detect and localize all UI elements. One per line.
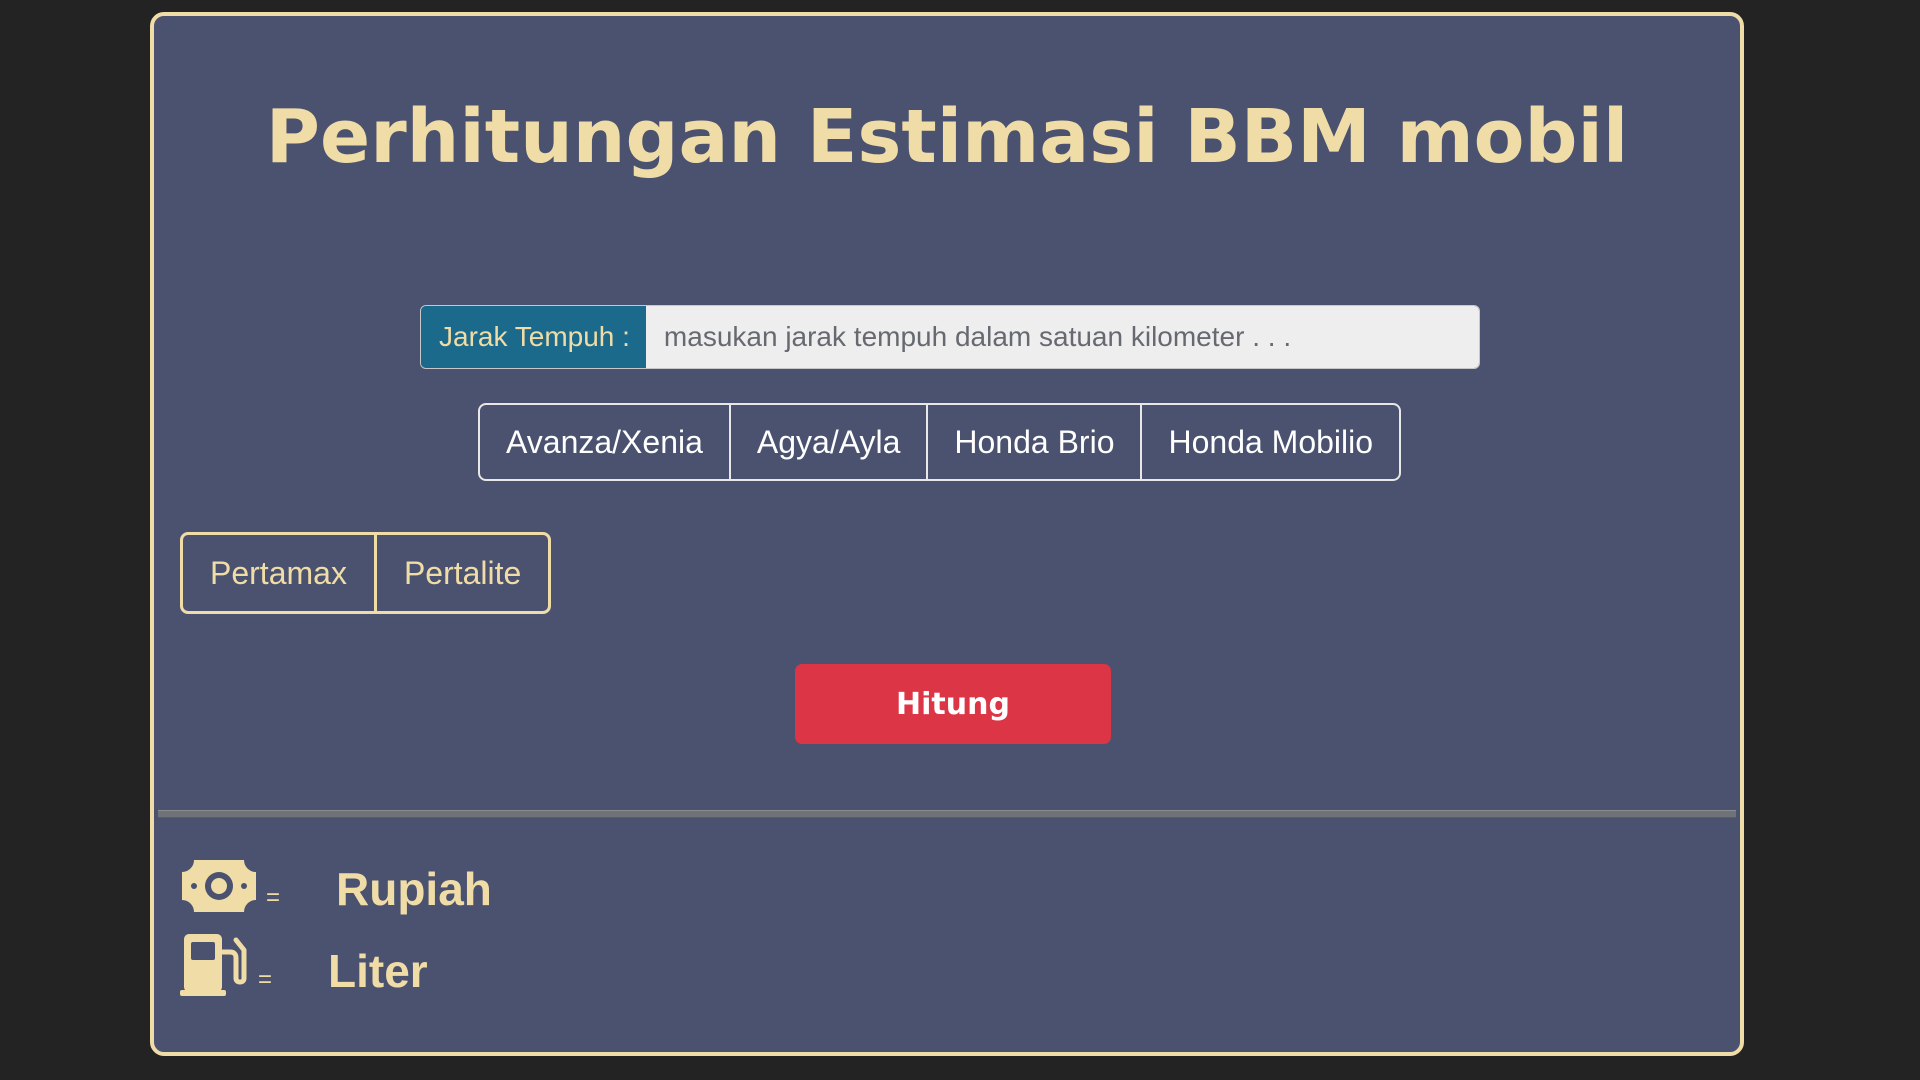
cost-result-row: = Rupiah <box>180 856 492 916</box>
fuel-result-row: = Liter <box>180 930 428 998</box>
fuel-equals-sign: = <box>258 966 273 993</box>
fuel-option-pertamax[interactable]: Pertamax <box>183 535 374 611</box>
fuel-type-selector: Pertamax Pertalite <box>180 532 552 614</box>
page-title: Perhitungan Estimasi BBM mobil <box>265 94 1629 180</box>
distance-input-group: Jarak Tempuh : <box>420 305 1480 369</box>
fuel-option-pertalite[interactable]: Pertalite <box>373 535 548 611</box>
section-divider <box>158 810 1736 818</box>
distance-input[interactable] <box>645 306 1479 368</box>
car-option-agya-ayla[interactable]: Agya/Ayla <box>728 405 927 479</box>
gas-pump-icon <box>180 930 250 998</box>
car-option-honda-brio[interactable]: Honda Brio <box>926 405 1140 479</box>
car-type-selector: Avanza/Xenia Agya/Ayla Honda Brio Honda … <box>478 403 1402 481</box>
car-option-avanza-xenia[interactable]: Avanza/Xenia <box>480 405 729 479</box>
fuel-unit-label: Liter <box>328 945 428 997</box>
calculate-button[interactable]: Hitung <box>795 664 1111 744</box>
cost-equals-sign: = <box>266 884 281 911</box>
money-bill-icon <box>180 856 258 916</box>
car-option-honda-mobilio[interactable]: Honda Mobilio <box>1140 405 1399 479</box>
distance-input-label: Jarak Tempuh : <box>421 306 646 368</box>
cost-unit-label: Rupiah <box>336 863 492 915</box>
calculator-card: Perhitungan Estimasi BBM mobil Jarak Tem… <box>150 12 1744 1056</box>
